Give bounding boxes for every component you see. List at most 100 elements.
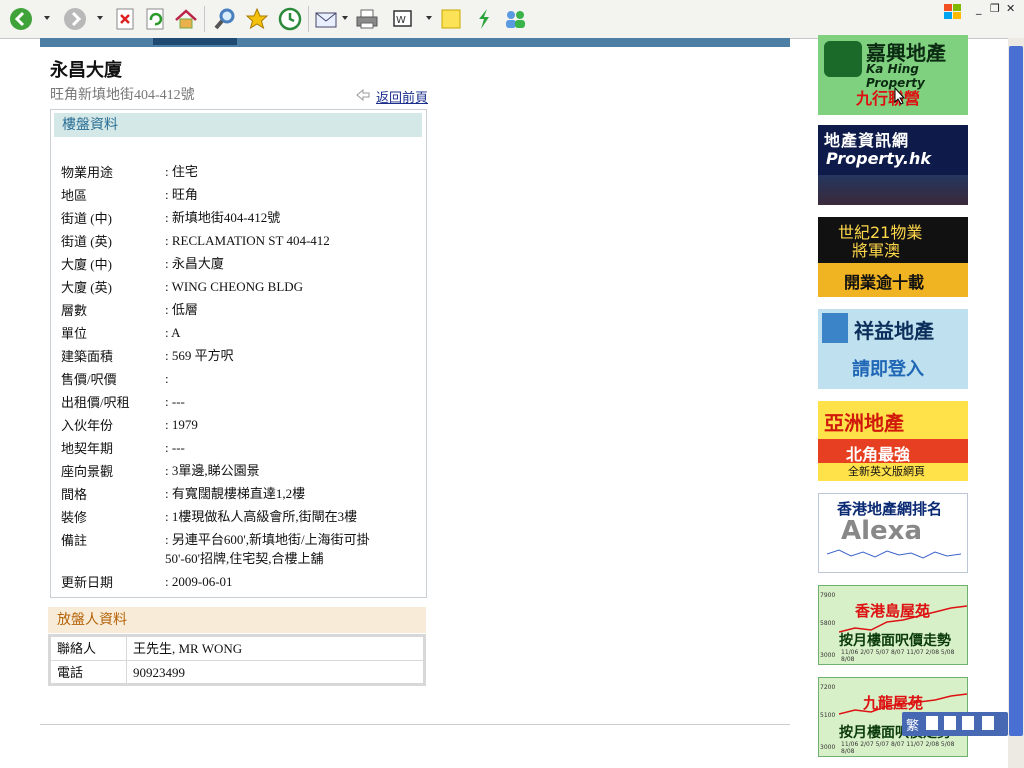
info-row: 間格: 有寬闊靚樓梯直達1,2樓 bbox=[61, 484, 421, 507]
info-value: : 住宅 bbox=[165, 164, 198, 179]
toolbar-separator bbox=[204, 6, 205, 32]
owner-row-phone: 電話 90923499 bbox=[51, 660, 423, 684]
back-link-group[interactable]: 返回前頁 bbox=[356, 87, 428, 106]
browser-toolbar: W _ ❐ ✕ bbox=[0, 0, 1024, 39]
back-arrow-icon bbox=[356, 88, 370, 105]
ad-text: 開業逾十載 bbox=[844, 273, 925, 292]
ad-text: 將軍澳 bbox=[852, 241, 901, 260]
note-icon[interactable] bbox=[438, 6, 464, 32]
scrollbar-thumb[interactable] bbox=[1009, 46, 1023, 736]
info-row: 大廈 (中) : 永昌大廈 bbox=[61, 254, 421, 277]
chart-ytick: 3000 bbox=[820, 744, 836, 751]
ime-punctuation-icon[interactable] bbox=[944, 716, 956, 730]
page-title: 永昌大廈 bbox=[50, 60, 122, 81]
info-row: 售價/呎價: bbox=[61, 369, 421, 392]
minimize-button[interactable]: _ bbox=[976, 2, 982, 15]
info-label: 裝修 bbox=[61, 510, 88, 525]
chart-xticks: 11/06 2/07 5/07 8/07 11/07 2/08 5/08 8/0… bbox=[841, 741, 955, 755]
info-row: 入伙年份: 1979 bbox=[61, 415, 421, 438]
back-link[interactable]: 返回前頁 bbox=[376, 87, 428, 106]
info-value: : 2009-06-01 bbox=[165, 574, 233, 589]
chart-ytick: 3000 bbox=[820, 652, 836, 659]
back-dropdown-icon[interactable] bbox=[44, 16, 50, 20]
info-row: 街道 (中) : 新填地街404-412號 bbox=[61, 208, 421, 231]
forward-icon[interactable] bbox=[62, 6, 88, 32]
ad-text: 香港島屋苑 bbox=[855, 602, 931, 620]
stop-icon[interactable] bbox=[112, 6, 138, 32]
ad-text: 北角最強 bbox=[846, 445, 911, 464]
ad-text: 祥益地產 bbox=[854, 319, 934, 343]
info-row: 街道 (英): RECLAMATION ST 404-412 bbox=[61, 231, 421, 254]
chart-ytick: 5100 bbox=[820, 712, 836, 719]
print-icon[interactable] bbox=[354, 6, 380, 32]
ad-property-hk[interactable]: 地產資訊網 Property.hk bbox=[818, 125, 968, 205]
vertical-scrollbar[interactable] bbox=[1008, 38, 1024, 768]
info-value: : 永昌大廈 bbox=[165, 256, 224, 271]
ime-fullwidth-icon[interactable] bbox=[926, 716, 938, 730]
ad-kahing-property[interactable]: 嘉興地產 Ka Hing Property 九行聯營 bbox=[818, 35, 968, 115]
back-icon[interactable] bbox=[8, 6, 34, 32]
info-label: 地契年期 bbox=[61, 441, 114, 456]
info-label: 出租價/呎租 bbox=[61, 395, 130, 410]
info-row: 地區: 旺角 bbox=[61, 185, 421, 208]
property-address: 旺角新填地街404-412號 bbox=[50, 88, 195, 103]
owner-info-table: 聯絡人 王先生, MR WONG 電話 90923499 bbox=[48, 634, 426, 686]
favorites-icon[interactable] bbox=[244, 6, 270, 32]
ime-language-bar[interactable]: 繁 bbox=[902, 712, 1008, 736]
edit-dropdown-icon[interactable] bbox=[426, 16, 432, 20]
info-label: 街道 (中) bbox=[61, 211, 112, 226]
info-value: : RECLAMATION ST 404-412 bbox=[165, 233, 330, 248]
toolbar-separator bbox=[308, 6, 309, 32]
chart-xticks: 11/06 2/07 5/07 8/07 11/07 2/08 5/08 8/0… bbox=[841, 649, 955, 663]
mail-dropdown-icon[interactable] bbox=[342, 16, 348, 20]
city-skyline-icon bbox=[818, 175, 968, 205]
ime-softkeyboard-icon[interactable] bbox=[962, 716, 974, 730]
info-value: : WING CHEONG BLDG bbox=[165, 279, 304, 294]
ad-text: 九龍屋苑 bbox=[863, 694, 924, 712]
ime-help-icon[interactable] bbox=[982, 716, 994, 730]
info-row: 大廈 (英) : WING CHEONG BLDG bbox=[61, 277, 421, 300]
info-label: 大廈 (中) bbox=[61, 257, 112, 272]
info-label: 座向景觀 bbox=[61, 464, 114, 479]
forward-dropdown-icon[interactable] bbox=[97, 16, 103, 20]
ad-asia-property[interactable]: 亞洲地產 北角最強 全新英文版網頁 bbox=[818, 401, 968, 481]
info-value: : 有寬闊靚樓梯直達1,2樓 bbox=[165, 486, 306, 501]
home-icon[interactable] bbox=[173, 6, 199, 32]
refresh-icon[interactable] bbox=[142, 6, 168, 32]
contact-value: 王先生, MR WONG bbox=[133, 641, 243, 656]
kahing-logo-icon bbox=[824, 41, 862, 77]
info-label: 備註 bbox=[61, 533, 88, 548]
info-row: 裝修: 1樓現做私人高級會所,街閘在3樓 bbox=[61, 507, 421, 530]
ad-cheung-yick[interactable]: 祥益地產 請即登入 bbox=[818, 309, 968, 389]
info-label: 大廈 (英) bbox=[61, 280, 112, 295]
contact-label: 聯絡人 bbox=[51, 637, 127, 660]
ad-text: 按月樓面呎價走勢 bbox=[839, 633, 951, 649]
ad-hk-island-price-trend[interactable]: 香港島屋苑 按月樓面呎價走勢 7900 5800 3000 11/06 2/07… bbox=[818, 585, 968, 665]
ad-century21[interactable]: 世紀21物業 將軍澳 開業逾十載 bbox=[818, 217, 968, 297]
search-icon[interactable] bbox=[212, 6, 238, 32]
svg-text:W: W bbox=[396, 15, 406, 26]
history-icon[interactable] bbox=[277, 6, 303, 32]
info-label: 更新日期 bbox=[61, 575, 114, 590]
ad-alexa-ranking[interactable]: 香港地產網排名 Alexa bbox=[818, 493, 968, 573]
info-row: 地契年期: --- bbox=[61, 438, 421, 461]
info-value: : 新填地街404-412號 bbox=[165, 210, 281, 225]
site-nav-tab-active[interactable] bbox=[153, 38, 237, 45]
contacts-icon[interactable] bbox=[503, 6, 529, 32]
footer-divider bbox=[40, 724, 790, 725]
restore-button[interactable]: ❐ bbox=[990, 2, 1000, 15]
info-row: 出租價/呎租: --- bbox=[61, 392, 421, 415]
messenger-icon[interactable] bbox=[471, 6, 497, 32]
ad-text: 九行聯營 bbox=[856, 89, 921, 108]
ime-mode-label[interactable]: 繁 bbox=[906, 715, 919, 734]
info-label: 物業用途 bbox=[61, 165, 114, 180]
mail-icon[interactable] bbox=[314, 6, 340, 32]
close-button[interactable]: ✕ bbox=[1006, 2, 1015, 15]
info-row: 備註 : 另連平台600',新填地街/上海街可掛50'-60'招牌,住宅契,合樓上… bbox=[61, 530, 421, 572]
ad-text: 全新英文版網頁 bbox=[848, 465, 925, 478]
info-value: : 另連平台600',新填地街/上海街可掛50'-60'招牌,住宅契,合樓上舖 bbox=[165, 532, 370, 566]
info-label: 單位 bbox=[61, 326, 88, 341]
edit-icon[interactable]: W bbox=[390, 6, 416, 32]
info-row: 層數: 低層 bbox=[61, 300, 421, 323]
info-value: : 569 平方呎 bbox=[165, 348, 234, 363]
